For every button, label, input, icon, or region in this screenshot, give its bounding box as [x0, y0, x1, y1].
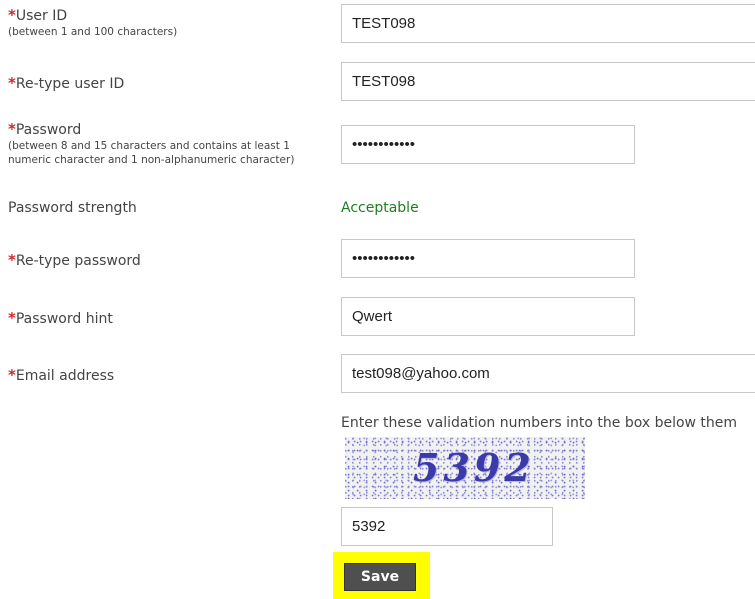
retype-user-id-input[interactable]: [341, 62, 755, 101]
captcha-text: 5392: [413, 445, 535, 490]
password-hint-line-2: numeric character and 1 non-alphanumeric…: [8, 154, 295, 166]
captcha-input[interactable]: [341, 507, 553, 546]
required-asterisk: *: [8, 6, 16, 24]
password-strength-value: Acceptable: [341, 200, 419, 216]
required-asterisk: *: [8, 251, 16, 269]
required-asterisk: *: [8, 366, 16, 384]
required-asterisk: *: [8, 120, 16, 138]
password-strength-label: Password strength: [8, 200, 137, 216]
required-asterisk: *: [8, 309, 16, 327]
retype-password-input[interactable]: [341, 239, 635, 278]
user-id-label: *User ID (between 1 and 100 characters): [8, 6, 178, 38]
password-label: *Password (between 8 and 15 characters a…: [8, 120, 295, 166]
user-id-hint: (between 1 and 100 characters): [8, 26, 178, 38]
save-button[interactable]: Save: [344, 563, 416, 591]
user-id-input[interactable]: [341, 4, 755, 43]
save-highlight: Save: [333, 552, 430, 599]
password-input[interactable]: [341, 125, 635, 164]
captcha-image: 5392: [345, 437, 585, 499]
email-input[interactable]: [341, 354, 755, 393]
password-hint-line-1: (between 8 and 15 characters and contain…: [8, 140, 290, 152]
retype-password-label: *Re-type password: [8, 251, 141, 269]
password-hint-label: *Password hint: [8, 309, 113, 327]
email-label: *Email address: [8, 366, 115, 384]
retype-user-id-label: *Re-type user ID: [8, 74, 125, 92]
required-asterisk: *: [8, 74, 16, 92]
password-hint-input[interactable]: [341, 297, 635, 336]
captcha-instruction: Enter these validation numbers into the …: [341, 415, 738, 431]
